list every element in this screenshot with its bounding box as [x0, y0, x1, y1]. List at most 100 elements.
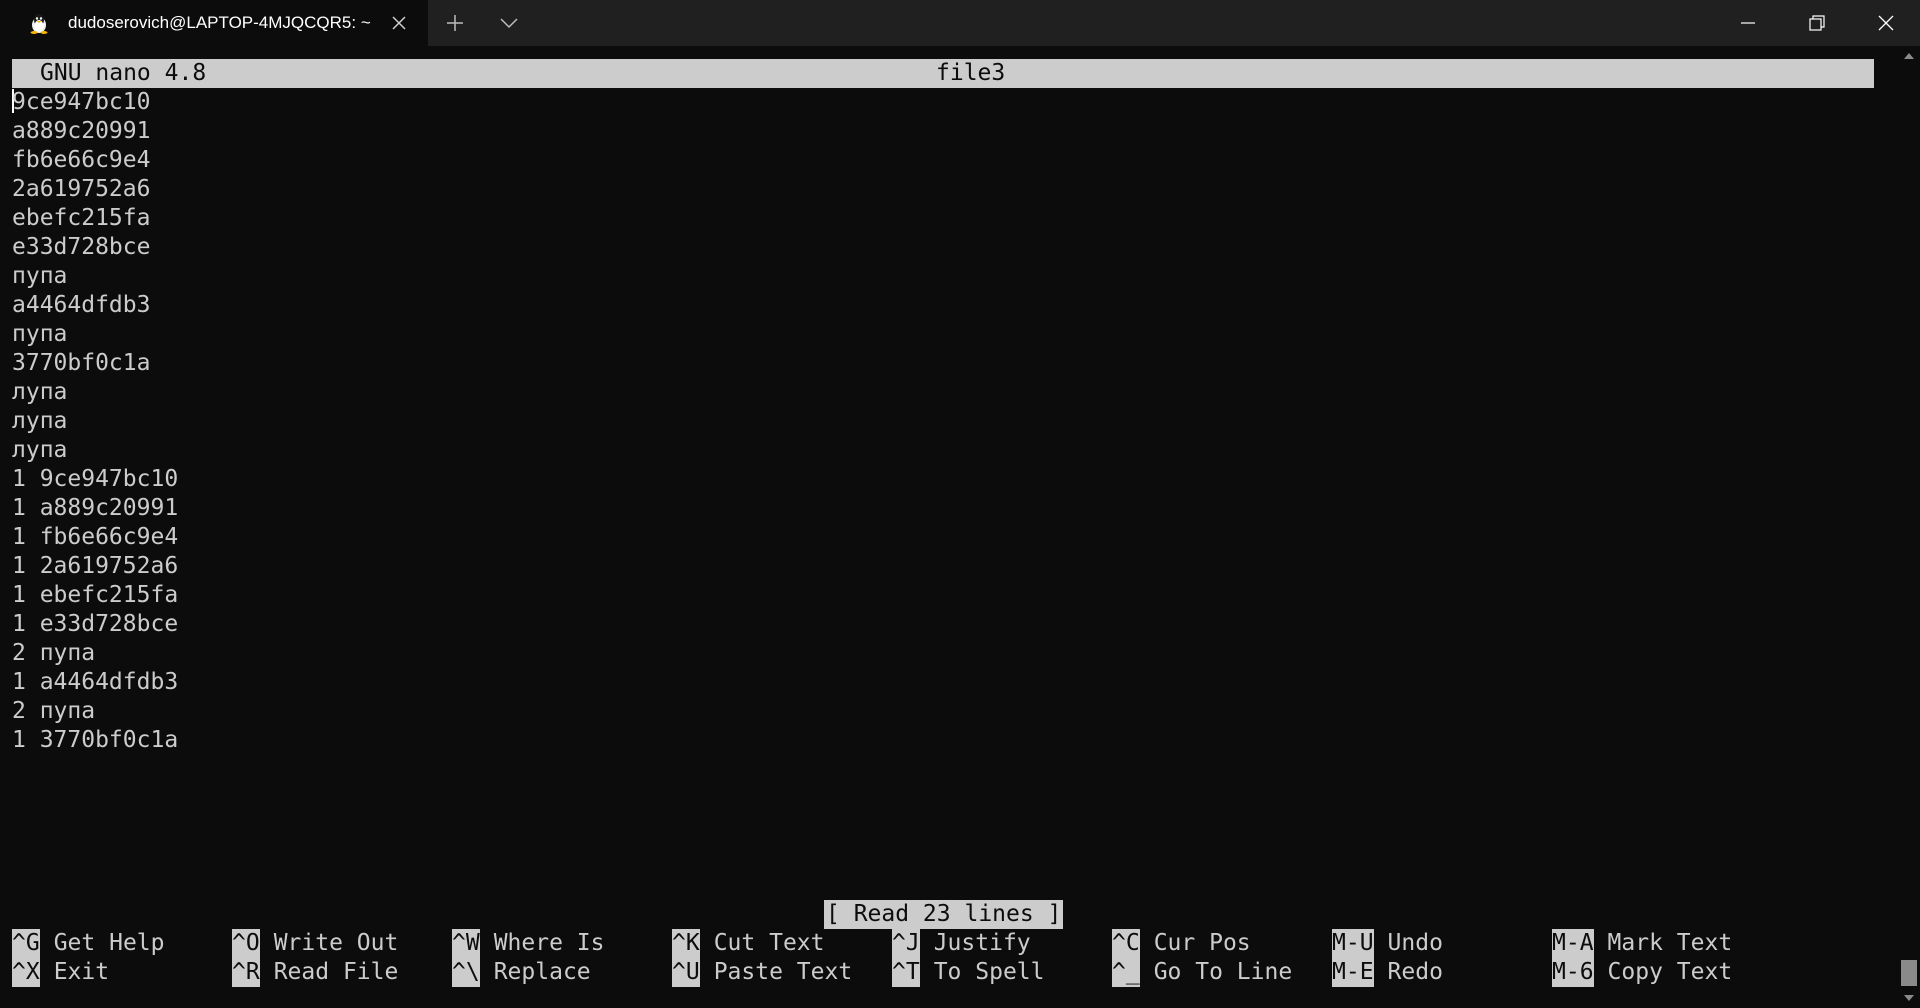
editor-line: лупа [12, 436, 1874, 465]
title-bar-drag-area[interactable] [536, 0, 1713, 46]
editor-line: лупа [12, 407, 1874, 436]
shortcut-label: Write Out [273, 930, 399, 956]
editor-line: 1 e33d728bce [12, 610, 1874, 639]
shortcut-key: ^J [892, 929, 920, 958]
shortcut-item: ^O Write Out [232, 929, 398, 958]
shortcut-item: M-A Mark Text [1552, 929, 1732, 958]
editor-line-text: 1 a4464dfdb3 [12, 669, 179, 695]
shortcut-label: Paste Text [713, 959, 853, 985]
shortcut-item: ^W Where Is [452, 929, 604, 958]
editor-line: 1 2a619752a6 [12, 552, 1874, 581]
shortcut-label: Cur Pos [1153, 930, 1251, 956]
editor-line: e33d728bce [12, 233, 1874, 262]
shortcut-item: ^K Cut Text [672, 929, 824, 958]
editor-line-text: fb6e66c9e4 [12, 147, 151, 173]
shortcut-item: M-U Undo [1332, 929, 1443, 958]
editor-line: a4464dfdb3 [12, 291, 1874, 320]
terminal-area[interactable]: GNU nano 4.8 file3 9ce947bc10 a889c20991 f… [0, 46, 1920, 1008]
shortcut-label: Mark Text [1607, 930, 1733, 956]
shortcut-key: M-A [1552, 929, 1594, 958]
editor-line: 2 пупа [12, 697, 1874, 726]
new-tab-plus-icon[interactable] [428, 0, 482, 46]
editor-line-text: a889c20991 [12, 118, 151, 144]
shortcut-item: ^U Paste Text [672, 958, 852, 987]
shortcut-label: Justify [933, 930, 1031, 956]
shortcut-key: ^T [892, 958, 920, 987]
shortcut-item: ^C Cur Pos [1112, 929, 1251, 958]
editor-buffer[interactable]: 9ce947bc10 a889c20991 fb6e66c9e4 2a619752a6… [12, 88, 1874, 755]
nano-shortcut-bar: ^G Get Help ^X Exit ^O Write Out ^R Read File ^W… [12, 929, 1874, 987]
shortcut-item: ^R Read File [232, 958, 398, 987]
editor-line-text: 2a619752a6 [12, 176, 151, 202]
editor-line: пупа [12, 262, 1874, 291]
editor-line: 1 fb6e66c9e4 [12, 523, 1874, 552]
restore-icon[interactable] [1782, 0, 1851, 46]
editor-line: 1 a889c20991 [12, 494, 1874, 523]
linux-penguin-icon [28, 12, 50, 34]
nano-filename: file3 [936, 60, 1006, 86]
terminal-tab[interactable]: dudoserovich@LAPTOP-4MJQCQR5: ~ [0, 0, 428, 46]
editor-line: 1 a4464dfdb3 [12, 668, 1874, 697]
editor-line-text: лупа [12, 379, 68, 405]
editor-line: 2a619752a6 [12, 175, 1874, 204]
editor-line-text: 1 e33d728bce [12, 611, 179, 637]
editor-line-text: пупа [12, 263, 68, 289]
shortcut-label: Read File [273, 959, 399, 985]
shortcut-item: ^_ Go To Line [1112, 958, 1292, 987]
shortcut-label: To Spell [933, 959, 1045, 985]
nano-status-message: [ Read 23 lines ] [824, 900, 1064, 929]
editor-line-text: лупа [12, 408, 68, 434]
shortcut-label: Go To Line [1153, 959, 1293, 985]
editor-line-text: e33d728bce [12, 234, 151, 260]
shortcut-key: ^\ [452, 958, 480, 987]
shortcut-key: M-E [1332, 958, 1374, 987]
editor-line-text: a4464dfdb3 [12, 292, 151, 318]
nano-version: GNU nano 4.8 [40, 60, 207, 86]
shortcut-key: ^K [672, 929, 700, 958]
editor-line: пупа [12, 320, 1874, 349]
editor-line-text: 1 fb6e66c9e4 [12, 524, 179, 550]
shortcut-item: ^T To Spell [892, 958, 1044, 987]
minimize-icon[interactable] [1713, 0, 1782, 46]
scrollbar[interactable] [1898, 46, 1920, 1008]
scroll-down-arrow-icon[interactable] [1898, 988, 1920, 1008]
shortcut-label: Where Is [493, 930, 605, 956]
shortcut-label: Redo [1387, 959, 1443, 985]
shortcut-key: ^W [452, 929, 480, 958]
shortcut-key: ^X [12, 958, 40, 987]
shortcut-key: ^R [232, 958, 260, 987]
scrollbar-thumb[interactable] [1901, 960, 1917, 986]
editor-line-text: 1 ebefc215fa [12, 582, 179, 608]
tab-title: dudoserovich@LAPTOP-4MJQCQR5: ~ [68, 13, 371, 32]
nano-header-bar: GNU nano 4.8 file3 [12, 59, 1874, 88]
editor-line-text: 2 пупа [12, 640, 96, 666]
shortcut-item: ^G Get Help [12, 929, 164, 958]
tab-dropdown-chevron-down-icon[interactable] [482, 0, 536, 46]
editor-line: ebefc215fa [12, 204, 1874, 233]
editor-line-text: 1 2a619752a6 [12, 553, 179, 579]
shortcut-key: ^G [12, 929, 40, 958]
editor-line: 1 ebefc215fa [12, 581, 1874, 610]
shortcut-label: Get Help [53, 930, 165, 956]
editor-line-text: 1 a889c20991 [12, 495, 179, 521]
editor-line: 1 3770bf0c1a [12, 726, 1874, 755]
shortcut-item: ^X Exit [12, 958, 109, 987]
shortcut-label: Replace [493, 959, 591, 985]
close-tab-icon[interactable] [384, 8, 414, 38]
title-bar: dudoserovich@LAPTOP-4MJQCQR5: ~ [0, 0, 1920, 46]
editor-line: 9ce947bc10 [12, 88, 1874, 117]
editor-line-text: 9ce947bc10 [12, 89, 151, 115]
editor-line: 2 пупа [12, 639, 1874, 668]
editor-line: 1 9ce947bc10 [12, 465, 1874, 494]
editor-line: fb6e66c9e4 [12, 146, 1874, 175]
shortcut-item: ^\ Replace [452, 958, 591, 987]
editor-line: лупа [12, 378, 1874, 407]
editor-line: a889c20991 [12, 117, 1874, 146]
close-window-icon[interactable] [1851, 0, 1920, 46]
shortcut-key: ^O [232, 929, 260, 958]
shortcut-item: M-E Redo [1332, 958, 1443, 987]
shortcut-key: ^U [672, 958, 700, 987]
editor-line-text: 1 9ce947bc10 [12, 466, 179, 492]
scroll-up-arrow-icon[interactable] [1898, 46, 1920, 66]
shortcut-label: Undo [1387, 930, 1443, 956]
